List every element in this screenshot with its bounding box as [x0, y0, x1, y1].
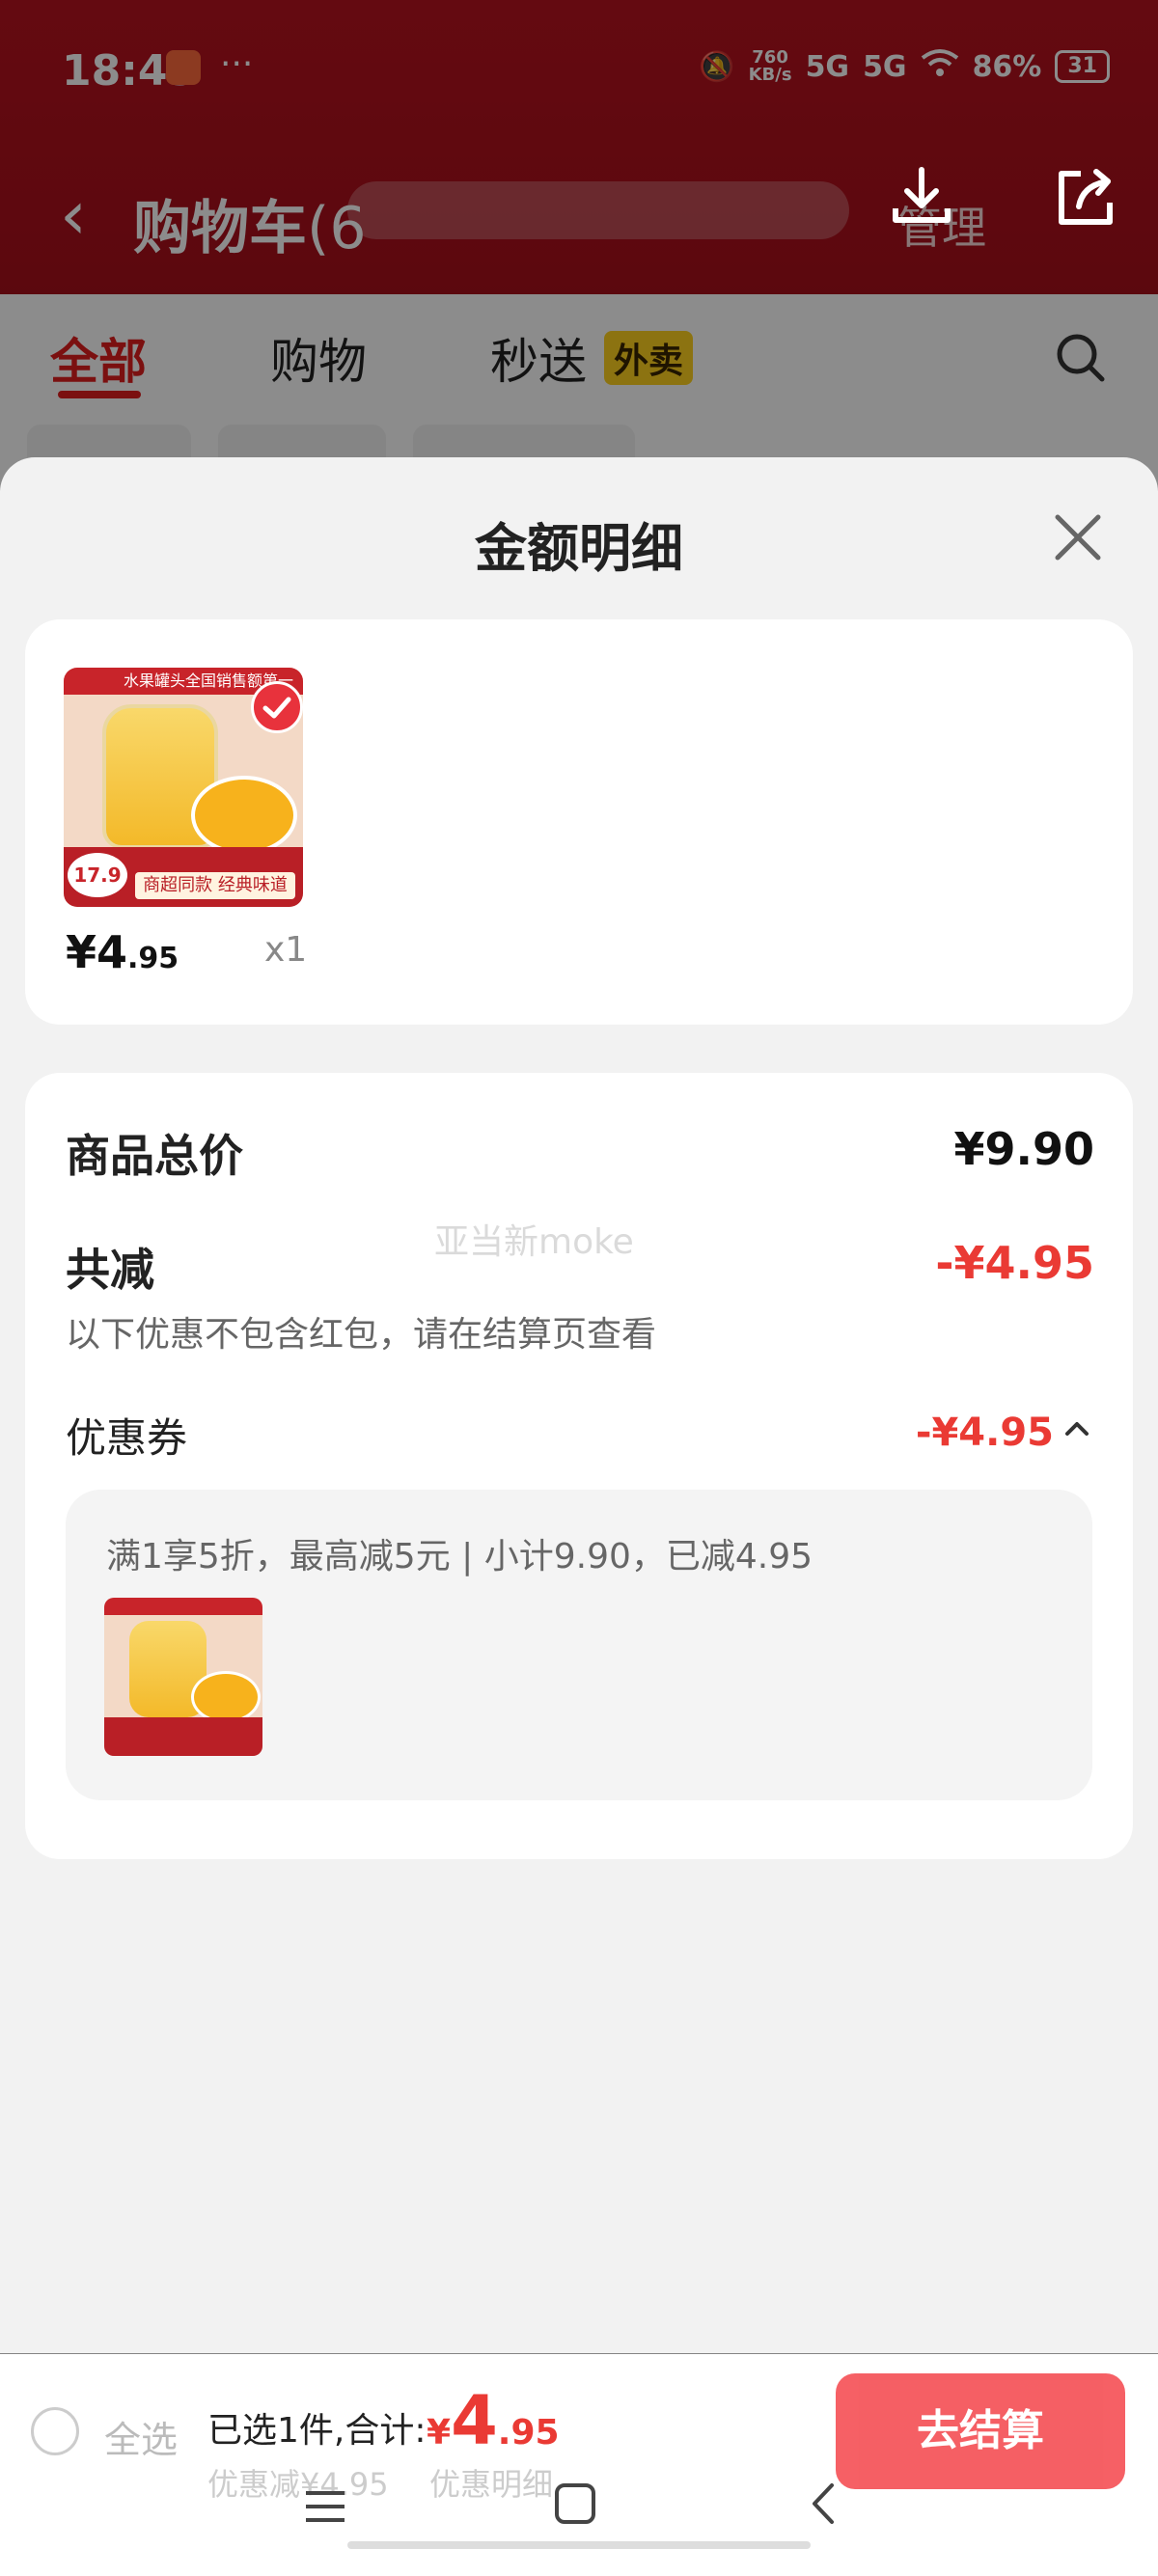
total-label: 商品总价 — [66, 1130, 243, 1182]
coupon-product-image — [104, 1598, 262, 1756]
check-icon[interactable] — [251, 681, 303, 733]
select-all-checkbox[interactable] — [31, 2407, 79, 2455]
product-image-slogan: 商超同款 经典味道 — [135, 872, 295, 899]
total-value: ¥9.90 — [953, 1123, 1094, 1175]
download-icon[interactable] — [888, 164, 965, 241]
coupon-value[interactable]: -¥4.95 — [916, 1411, 1054, 1455]
coupon-image-banner — [104, 1598, 262, 1615]
bowl-illustration — [191, 776, 297, 855]
selected-summary: 已选1件,合计: — [207, 2411, 427, 2451]
sheet-title: 金额明细 — [475, 518, 683, 579]
nav-back-icon[interactable] — [809, 2481, 838, 2526]
item-price-dec: .95 — [127, 942, 179, 975]
coupon-description: 满1享5折，最高减5元 | 小计9.90，已减4.95 — [106, 1537, 813, 1576]
home-icon[interactable] — [555, 2483, 595, 2524]
discount-note: 以下优惠不包含红包，请在结算页查看 — [66, 1315, 657, 1355]
discount-label: 共减 — [66, 1244, 154, 1296]
coupon-image-footer — [104, 1717, 262, 1756]
item-price: ¥4.95 — [66, 926, 179, 978]
watermark: 亚当新moke — [434, 1222, 634, 1262]
selected-items-card: 水果罐头全国销售额第一 17.9 商超同款 经典味道 ¥4.95 x1 — [25, 619, 1133, 1025]
price-summary-card: 商品总价 ¥9.90 共减 -¥4.95 以下优惠不包含红包，请在结算页查看 优… — [25, 1073, 1133, 1859]
discount-value: -¥4.95 — [935, 1237, 1094, 1289]
coupon-bowl-illustration — [191, 1671, 261, 1723]
share-icon[interactable] — [1052, 164, 1129, 241]
checkout-total: ¥4.95 — [427, 2381, 560, 2460]
home-indicator — [347, 2541, 811, 2549]
item-quantity: x1 — [264, 930, 308, 970]
checkout-total-int: 4 — [451, 2381, 498, 2460]
coupon-label: 优惠券 — [66, 1414, 188, 1462]
checkout-total-symbol: ¥ — [427, 2413, 452, 2453]
checkout-total-dec: .95 — [497, 2413, 560, 2453]
product-image-price: 17.9 — [68, 853, 127, 897]
coupon-detail-box: 满1享5折，最高减5元 | 小计9.90，已减4.95 — [66, 1490, 1092, 1800]
close-icon[interactable] — [1044, 504, 1112, 571]
menu-icon[interactable] — [304, 2489, 346, 2524]
item-price-int: 4 — [96, 926, 128, 978]
item-price-symbol: ¥ — [66, 926, 97, 978]
amount-detail-sheet: 金额明细 水果罐头全国销售额第一 17.9 商超同款 经典味道 ¥4.95 x1… — [0, 457, 1158, 2353]
chevron-up-icon[interactable] — [1063, 1411, 1090, 1449]
